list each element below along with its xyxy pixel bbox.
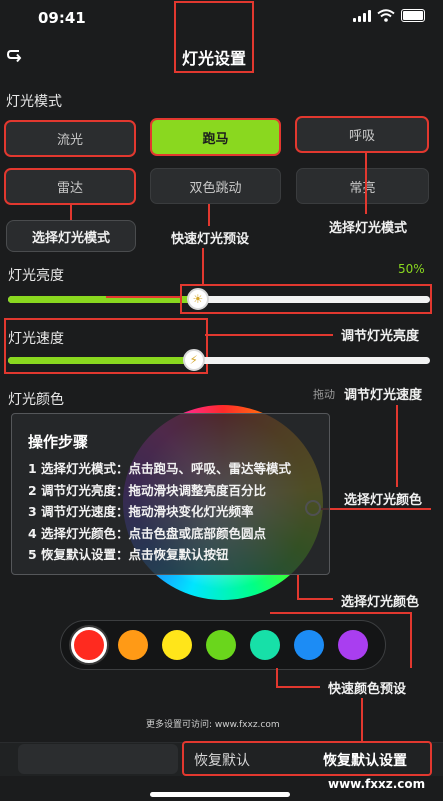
callout-line — [205, 334, 333, 336]
callout-reset-default: 恢复默认设置 — [323, 753, 407, 769]
callout-select-color-right: 选择灯光颜色 — [343, 492, 422, 508]
speed-slider-fill — [8, 357, 194, 364]
brightness-value: 50% — [398, 262, 425, 276]
callout-line — [297, 598, 333, 600]
status-time: 09:41 — [38, 9, 86, 27]
callout-line — [276, 686, 320, 688]
page-title: 灯光设置 — [181, 49, 246, 68]
callout-select-mode-right: 选择灯光模式 — [328, 220, 407, 236]
callout-adjust-speed: 调节灯光速度 — [343, 387, 422, 403]
callout-line — [297, 575, 299, 599]
back-icon[interactable] — [6, 48, 22, 64]
mode-button-liuguang[interactable]: 流光 — [4, 120, 136, 157]
steps-title: 操作步骤 — [28, 433, 89, 451]
callout-select-mode-left: 选择灯光模式 — [6, 220, 136, 252]
callout-line — [106, 296, 182, 298]
mode-button-paoma[interactable]: 跑马 — [150, 118, 281, 156]
reset-button[interactable]: 恢复默认 — [194, 750, 250, 770]
mode-button-changliang[interactable]: 常亮 — [296, 168, 429, 204]
step-item: 3 调节灯光速度：拖动滑块变化灯光频率 — [28, 504, 254, 519]
callout-line — [365, 153, 367, 214]
watermark: www.fxxz.com — [328, 777, 426, 791]
callout-line — [208, 204, 210, 226]
callout-line — [202, 248, 204, 284]
mode-button-leida[interactable]: 雷达 — [4, 168, 136, 205]
mode-section-label: 灯光模式 — [6, 94, 62, 110]
callout-line — [396, 405, 398, 487]
home-indicator — [150, 792, 290, 797]
mode-button-huxi[interactable]: 呼吸 — [295, 116, 429, 153]
callout-quick-preset: 快速灯光预设 — [170, 231, 249, 247]
mode-button-shuangse[interactable]: 双色跳动 — [150, 168, 281, 204]
callout-quick-color-preset: 快速颜色预设 — [327, 681, 406, 697]
wifi-icon — [377, 9, 395, 22]
callout-line — [361, 698, 363, 742]
color-swatch[interactable] — [162, 630, 192, 660]
step-item: 5 恢复默认设置：点击恢复默认按钮 — [28, 547, 229, 562]
secondary-button[interactable] — [18, 744, 178, 774]
swatch-highlight-box — [270, 612, 412, 668]
brightness-label: 灯光亮度 — [8, 268, 64, 284]
callout-line — [70, 205, 72, 220]
drag-hint: 拖动 — [313, 388, 335, 401]
cellular-signal-icon — [353, 9, 371, 22]
battery-icon — [401, 9, 425, 22]
callout-line — [276, 668, 278, 688]
color-swatch[interactable] — [206, 630, 236, 660]
step-item: 1 选择灯光模式：点击跑马、呼吸、雷达等模式 — [28, 461, 292, 476]
status-icons — [353, 9, 425, 22]
step-item: 4 选择灯光颜色：点击色盘或底部颜色圆点 — [28, 526, 267, 541]
step-item: 2 调节灯光亮度：拖动滑块调整亮度百分比 — [28, 483, 267, 498]
more-settings-note: 更多设置可访问: www.fxxz.com — [146, 720, 280, 730]
callout-adjust-brightness: 调节灯光亮度 — [340, 328, 419, 344]
brightness-highlight-box — [180, 284, 432, 314]
color-swatch[interactable] — [118, 630, 148, 660]
callout-select-color-bottom: 选择灯光颜色 — [340, 594, 419, 610]
color-section-label: 灯光颜色 — [8, 392, 64, 408]
speed-slider-thumb[interactable]: ⚡ — [182, 349, 205, 371]
color-swatch[interactable] — [71, 627, 107, 663]
speed-label: 灯光速度 — [8, 331, 64, 347]
